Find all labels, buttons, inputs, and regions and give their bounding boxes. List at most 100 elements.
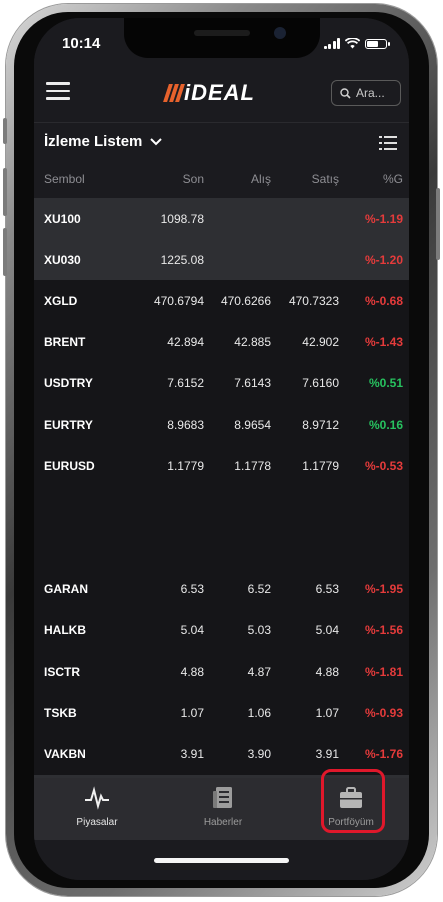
search-button[interactable]: Ara... xyxy=(331,80,401,106)
notch xyxy=(124,18,320,58)
table-row[interactable]: HALKB 5.04 5.03 5.04 %-1.56 xyxy=(34,609,409,652)
status-time: 10:14 xyxy=(62,35,101,52)
cell-ask: 4.88 xyxy=(315,664,339,679)
portfolio-highlight-box xyxy=(321,769,385,833)
cell-bid: 5.03 xyxy=(247,623,271,638)
table-row[interactable]: BRENT 42.894 42.885 42.902 %-1.43 xyxy=(34,321,409,363)
cell-ask: 7.6160 xyxy=(302,376,339,391)
cell-last: 470.6794 xyxy=(153,293,204,308)
cell-bid: 3.90 xyxy=(247,747,271,762)
app-screen: 10:14 iDEAL Ara... İzleme Listem Sembol … xyxy=(34,18,409,880)
cell-last: 1.07 xyxy=(180,705,204,720)
cell-change: %-1.81 xyxy=(364,664,403,679)
cell-symbol: VAKBN xyxy=(44,747,86,762)
cell-change: %-0.68 xyxy=(364,293,403,308)
cell-change: %-1.43 xyxy=(364,335,403,350)
table-row[interactable]: TSKB 1.07 1.06 1.07 %-0.93 xyxy=(34,692,409,734)
watchlist-table: XU100 1098.78 %-1.19 XU030 1225.08 %-1.20 XGLD… xyxy=(34,198,409,816)
cell-bid: 7.6143 xyxy=(234,376,271,391)
menu-icon[interactable] xyxy=(46,82,70,100)
cell-ask: 42.902 xyxy=(302,335,339,350)
cell-last: 1098.78 xyxy=(160,211,204,226)
cell-ask: 6.53 xyxy=(315,582,339,597)
volume-down-button xyxy=(3,228,7,276)
cell-change: %-1.95 xyxy=(364,582,403,597)
table-row[interactable]: EURUSD 1.1779 1.1778 1.1779 %-0.53 xyxy=(34,445,409,487)
wifi-icon xyxy=(345,38,360,49)
watchlist-selector[interactable]: İzleme Listem xyxy=(44,133,163,150)
chevron-down-icon xyxy=(150,137,163,145)
cell-bid: 4.87 xyxy=(247,664,271,679)
cell-change: %-1.20 xyxy=(364,252,403,267)
table-row[interactable]: EURTRY 8.9683 8.9654 8.9712 %0.16 xyxy=(34,403,409,446)
volume-up-button xyxy=(3,168,7,216)
col-symbol[interactable]: Sembol xyxy=(44,162,85,196)
tab-piyasalar[interactable]: Piyasalar xyxy=(42,786,152,828)
table-row[interactable]: ISCTR 4.88 4.87 4.88 %-1.81 xyxy=(34,651,409,693)
cell-last: 1225.08 xyxy=(160,252,204,267)
status-icons xyxy=(323,38,390,49)
cell-symbol: BRENT xyxy=(44,335,86,350)
col-change[interactable]: %G xyxy=(383,162,403,196)
mute-switch xyxy=(3,118,7,144)
logo-text: iDEAL xyxy=(184,80,255,105)
cell-last: 42.894 xyxy=(167,335,204,350)
news-icon xyxy=(213,787,232,808)
cell-bid: 1.1778 xyxy=(234,458,271,473)
watchlist-bar: İzleme Listem xyxy=(34,122,409,163)
home-indicator-area xyxy=(34,840,409,880)
app-header: iDEAL Ara... xyxy=(34,66,409,122)
cell-symbol: USDTRY xyxy=(44,376,93,391)
home-indicator[interactable] xyxy=(154,858,289,863)
cell-symbol: XU100 xyxy=(44,211,81,226)
cell-change: %-0.93 xyxy=(364,705,403,720)
cell-change: %0.16 xyxy=(368,417,403,432)
col-last[interactable]: Son xyxy=(183,162,204,196)
tab-label-piyasalar: Piyasalar xyxy=(76,817,118,828)
cell-change: %-1.19 xyxy=(364,211,403,226)
cell-ask: 5.04 xyxy=(315,623,339,638)
col-bid[interactable]: Alış xyxy=(251,162,271,196)
logo-stripes-icon xyxy=(163,84,185,102)
cell-last: 5.04 xyxy=(180,623,204,638)
table-row[interactable]: XGLD 470.6794 470.6266 470.7323 %-0.68 xyxy=(34,280,409,322)
search-icon xyxy=(340,87,351,99)
cell-last: 7.6152 xyxy=(167,376,204,391)
table-row[interactable]: XU030 1225.08 %-1.20 xyxy=(34,239,409,281)
cell-symbol: HALKB xyxy=(44,623,86,638)
cell-change: %-0.53 xyxy=(364,458,403,473)
table-row[interactable]: GARAN 6.53 6.52 6.53 %-1.95 xyxy=(34,568,409,610)
watchlist-title: İzleme Listem xyxy=(44,133,143,150)
cell-last: 4.88 xyxy=(180,664,204,679)
cell-ask: 1.07 xyxy=(315,705,339,720)
cell-change: %-1.56 xyxy=(364,623,403,638)
cell-bid: 8.9654 xyxy=(234,417,271,432)
search-placeholder: Ara... xyxy=(356,86,385,100)
cellular-signal-icon xyxy=(323,38,340,49)
cell-bid: 6.52 xyxy=(247,582,271,597)
col-ask[interactable]: Satış xyxy=(312,162,339,196)
empty-row xyxy=(34,486,409,569)
cell-symbol: XU030 xyxy=(44,252,81,267)
cell-last: 8.9683 xyxy=(167,417,204,432)
tab-label-haberler: Haberler xyxy=(203,817,243,828)
cell-last: 3.91 xyxy=(180,747,204,762)
table-row[interactable]: USDTRY 7.6152 7.6143 7.6160 %0.51 xyxy=(34,362,409,404)
table-row[interactable]: XU100 1098.78 %-1.19 xyxy=(34,198,409,240)
cell-bid: 42.885 xyxy=(234,335,271,350)
cell-symbol: EURUSD xyxy=(44,458,95,473)
ideal-logo: iDEAL xyxy=(163,80,255,106)
cell-bid: 470.6266 xyxy=(220,293,271,308)
cell-symbol: EURTRY xyxy=(44,417,93,432)
battery-icon xyxy=(365,38,390,49)
cell-symbol: ISCTR xyxy=(44,664,80,679)
table-header: Sembol Son Alış Satış %G xyxy=(34,162,409,196)
cell-last: 1.1779 xyxy=(167,458,204,473)
tab-haberler[interactable]: Haberler xyxy=(168,786,278,828)
cell-change: %0.51 xyxy=(368,376,403,391)
cell-symbol: GARAN xyxy=(44,582,88,597)
cell-bid: 1.06 xyxy=(247,705,271,720)
list-view-icon[interactable] xyxy=(379,136,397,150)
pulse-icon xyxy=(85,786,109,810)
cell-ask: 1.1779 xyxy=(302,458,339,473)
